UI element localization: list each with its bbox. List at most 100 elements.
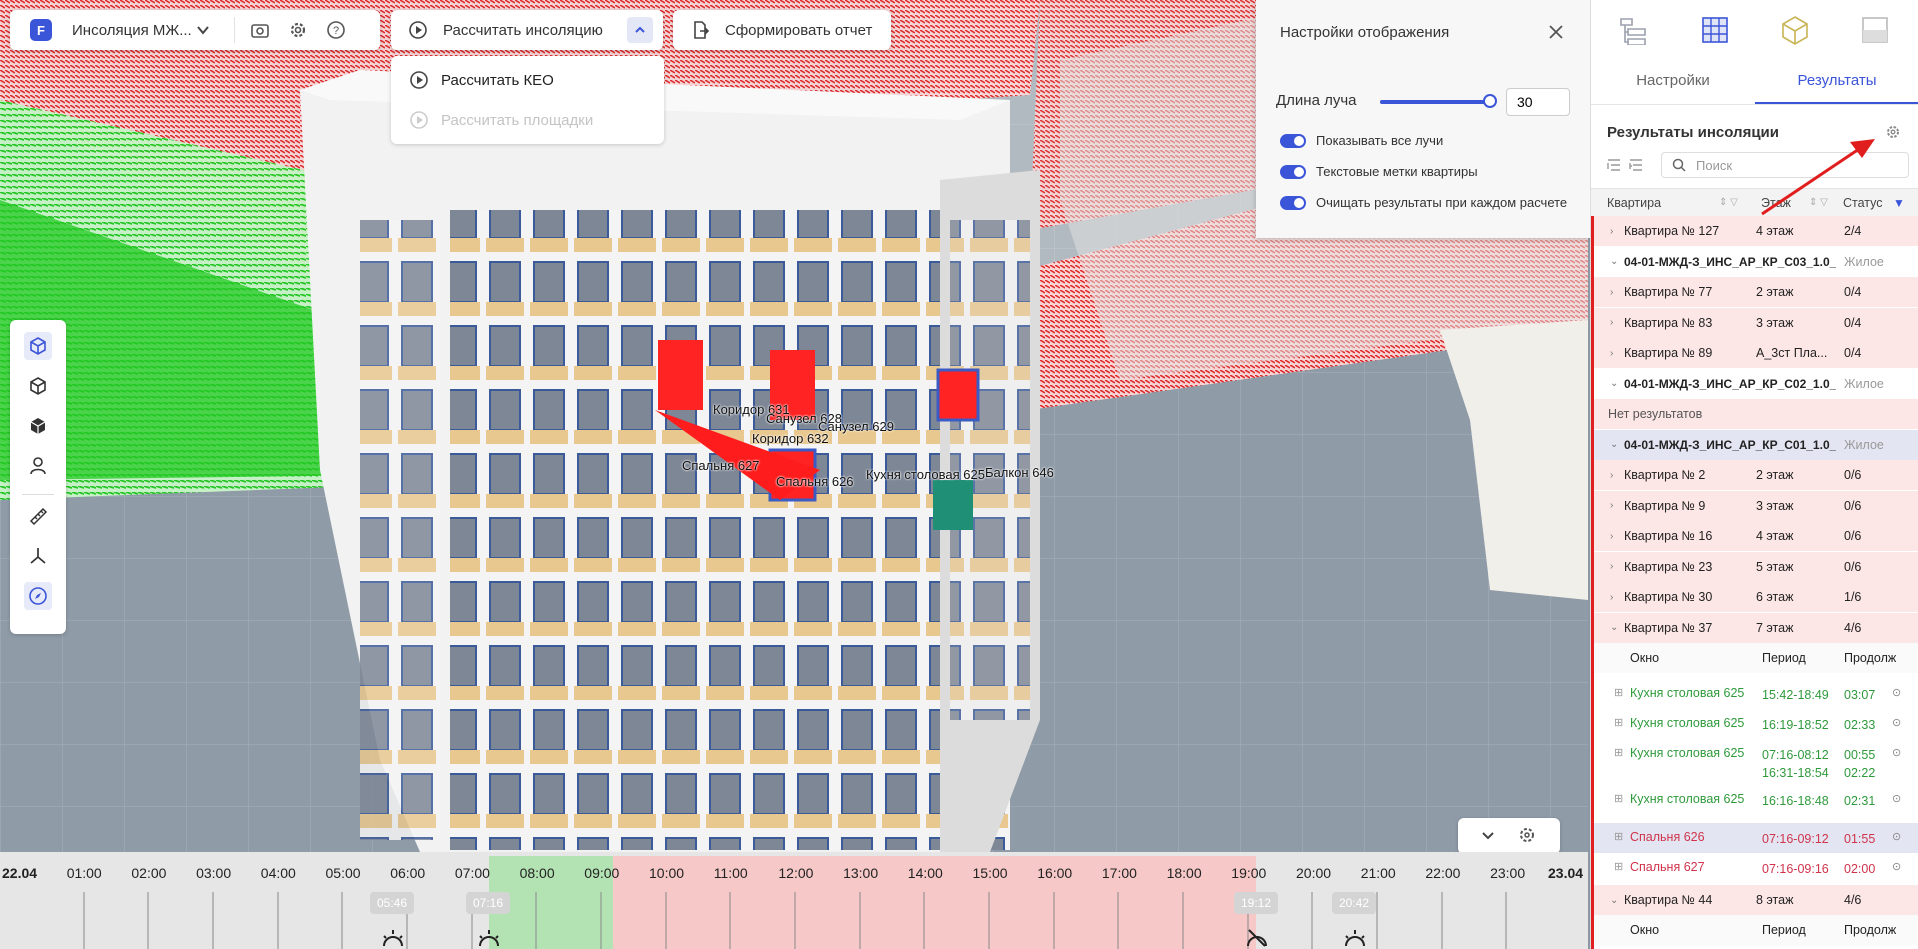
- ray-length-input[interactable]: [1506, 88, 1570, 116]
- group-type: Жилое: [1844, 437, 1884, 452]
- slider-handle[interactable]: [1483, 94, 1497, 108]
- window-row[interactable]: ⊞ Кухня столовая 625 15:42-18:49 03:07 ⊙: [1592, 679, 1918, 709]
- chevron-icon[interactable]: ›: [1610, 226, 1624, 237]
- building-group-row[interactable]: ⌄04-01-МЖД-З_ИНС_АР_КР_С02_1.0_R24... Жил…: [1592, 368, 1918, 399]
- locate-icon[interactable]: ⊙: [1892, 860, 1901, 873]
- sun-timeline[interactable]: 22.04 01:00 02:00 03:00 04:00 05:00 06:00 07:00…: [0, 852, 1588, 949]
- chevron-down-icon[interactable]: ⌄: [1610, 378, 1624, 389]
- search-input[interactable]: Поиск: [1661, 152, 1909, 178]
- person-icon[interactable]: [24, 452, 52, 480]
- toggle-clear-results[interactable]: Очищать результаты при каждом расчете: [1280, 195, 1567, 210]
- window-duration: 02:33: [1844, 718, 1876, 732]
- collapse-all-icon[interactable]: [1607, 158, 1621, 175]
- window-row[interactable]: ⊞ Спальня 626 07:16-09:12 01:55 ⊙: [1592, 823, 1918, 853]
- menu-item-calc-areas[interactable]: Рассчитать площадки: [409, 110, 593, 130]
- window-duration: 00:55: [1844, 748, 1876, 762]
- chevron-icon[interactable]: ›: [1610, 500, 1624, 511]
- window-row[interactable]: ⊞ Кухня столовая 625 16:16-18:48 02:31 ⊙: [1592, 785, 1918, 815]
- chevron-down-icon[interactable]: ⌄: [1610, 439, 1624, 450]
- column-period: Период: [1762, 651, 1806, 665]
- apartment-row[interactable]: › Квартира № 2 2 этаж 0/6: [1592, 460, 1918, 490]
- apartment-row[interactable]: › Квартира № 127 4 этаж 2/4: [1592, 216, 1918, 246]
- locate-icon[interactable]: ⊙: [1892, 746, 1901, 759]
- chevron-icon[interactable]: ›: [1610, 287, 1624, 298]
- axes-icon[interactable]: [24, 542, 52, 570]
- tab-results[interactable]: Результаты: [1755, 72, 1918, 89]
- menu-item-calc-keo[interactable]: Рассчитать КЕО: [409, 70, 554, 90]
- close-icon[interactable]: [1548, 24, 1564, 43]
- chevron-icon[interactable]: ›: [1610, 470, 1624, 481]
- chevron-icon[interactable]: ›: [1610, 531, 1624, 542]
- project-title[interactable]: Инсоляция МЖ...: [72, 22, 192, 39]
- gear-icon[interactable]: [287, 19, 309, 41]
- 3d-box-icon[interactable]: [1777, 12, 1813, 48]
- toggle-switch[interactable]: [1280, 133, 1306, 148]
- window-duration-2: 02:22: [1844, 766, 1876, 780]
- apartment-row[interactable]: › Квартира № 9 3 этаж 0/6: [1592, 490, 1918, 521]
- chevron-up-icon[interactable]: [627, 17, 653, 43]
- building-group-row[interactable]: ⌄04-01-МЖД-З_ИНС_АР_КР_С03_1.0_R24... Жил…: [1592, 246, 1918, 277]
- chevron-down-icon[interactable]: [1480, 827, 1496, 846]
- apartment-row[interactable]: ⌄ Квартира № 44 8 этаж 4/6: [1592, 885, 1918, 915]
- apartment-row[interactable]: › Квартира № 89 А_3ст Пла... 0/4: [1592, 338, 1918, 368]
- ray-length-slider[interactable]: [1380, 94, 1497, 108]
- apartment-row[interactable]: › Квартира № 83 3 этаж 0/4: [1592, 307, 1918, 338]
- chevron-icon[interactable]: ›: [1610, 317, 1624, 328]
- window-period-2: 16:31-18:54: [1762, 766, 1829, 780]
- no-results-row[interactable]: Нет результатов: [1592, 399, 1918, 429]
- apartment-floor: 4 этаж: [1756, 529, 1794, 543]
- apartment-row[interactable]: › Квартира № 23 5 этаж 0/6: [1592, 551, 1918, 582]
- column-apartment[interactable]: Квартира: [1607, 196, 1719, 210]
- help-icon[interactable]: ?: [325, 19, 347, 41]
- locate-icon[interactable]: ⊙: [1892, 686, 1901, 699]
- layout-icon[interactable]: [1857, 12, 1893, 48]
- tab-settings[interactable]: Настройки: [1591, 72, 1755, 89]
- sort-icon[interactable]: ⇕ ▽: [1719, 197, 1739, 208]
- tree-structure-icon[interactable]: [1615, 12, 1651, 48]
- chevron-icon[interactable]: ⌄: [1610, 622, 1624, 633]
- toggle-show-all-rays[interactable]: Показывать все лучи: [1280, 133, 1443, 148]
- apartment-row[interactable]: › Квартира № 77 2 этаж 0/4: [1592, 277, 1918, 307]
- screenshot-icon[interactable]: [249, 19, 271, 41]
- ruler-icon[interactable]: [24, 502, 52, 530]
- window-row[interactable]: ⊞ Кухня столовая 625 07:16-08:12 16:31-18:5…: [1592, 739, 1918, 785]
- building-group-row[interactable]: ⌄04-01-МЖД-З_ИНС_АР_КР_С01_1.0_R24... Жил…: [1592, 429, 1918, 460]
- chevron-down-icon[interactable]: ⌄: [1610, 256, 1624, 267]
- ray-length-label: Длина луча: [1276, 92, 1357, 109]
- window-row[interactable]: ⊞ Кухня столовая 625 16:19-18:52 02:33 ⊙: [1592, 709, 1918, 739]
- window-icon: ⊞: [1614, 747, 1624, 759]
- solid-cube-icon[interactable]: [24, 412, 52, 440]
- toggle-apartment-labels[interactable]: Текстовые метки квартиры: [1280, 164, 1478, 179]
- calculate-insolation-button[interactable]: Рассчитать инсоляцию: [391, 10, 663, 50]
- toggle-switch[interactable]: [1280, 164, 1306, 179]
- chevron-icon[interactable]: ›: [1610, 348, 1624, 359]
- table-header: Квартира ⇕ ▽ Этаж ⇕ ▽ Статус ▼: [1591, 188, 1918, 216]
- compass-icon[interactable]: [24, 582, 52, 610]
- perspective-cube-icon[interactable]: [24, 332, 52, 360]
- wireframe-cube-icon[interactable]: [24, 372, 52, 400]
- apartment-row[interactable]: › Квартира № 16 4 этаж 0/6: [1592, 521, 1918, 551]
- locate-icon[interactable]: ⊙: [1892, 792, 1901, 805]
- filter-icon[interactable]: ▼: [1893, 196, 1905, 210]
- group-name: 04-01-МЖД-З_ИНС_АР_КР_С03_1.0_R24...: [1624, 254, 1836, 269]
- gear-icon[interactable]: [1885, 124, 1901, 143]
- expand-all-icon[interactable]: [1629, 158, 1643, 175]
- locate-icon[interactable]: ⊙: [1892, 716, 1901, 729]
- toggle-switch[interactable]: [1280, 195, 1306, 210]
- apartment-row[interactable]: › Квартира № 30 6 этаж 1/6: [1592, 582, 1918, 612]
- chevron-icon[interactable]: ›: [1610, 561, 1624, 572]
- column-status[interactable]: Статус: [1843, 196, 1893, 210]
- generate-report-button[interactable]: Сформировать отчет: [673, 10, 891, 50]
- sort-icon[interactable]: ⇕ ▽: [1809, 197, 1843, 208]
- chevron-down-icon[interactable]: [192, 19, 214, 41]
- gear-icon[interactable]: [1518, 826, 1536, 847]
- chevron-icon[interactable]: ›: [1610, 592, 1624, 603]
- apartment-row[interactable]: ⌄ Квартира № 37 7 этаж 4/6: [1592, 612, 1918, 643]
- locate-icon[interactable]: ⊙: [1892, 830, 1901, 843]
- toggle-label: Текстовые метки квартиры: [1316, 164, 1478, 179]
- column-floor[interactable]: Этаж: [1761, 196, 1809, 210]
- label-bedroom-627: Спальня 627: [682, 458, 760, 473]
- chevron-down-icon[interactable]: ⌄: [1610, 895, 1624, 906]
- grid-view-icon[interactable]: [1697, 12, 1733, 48]
- window-row[interactable]: ⊞ Спальня 627 07:16-09:16 02:00 ⊙: [1592, 853, 1918, 883]
